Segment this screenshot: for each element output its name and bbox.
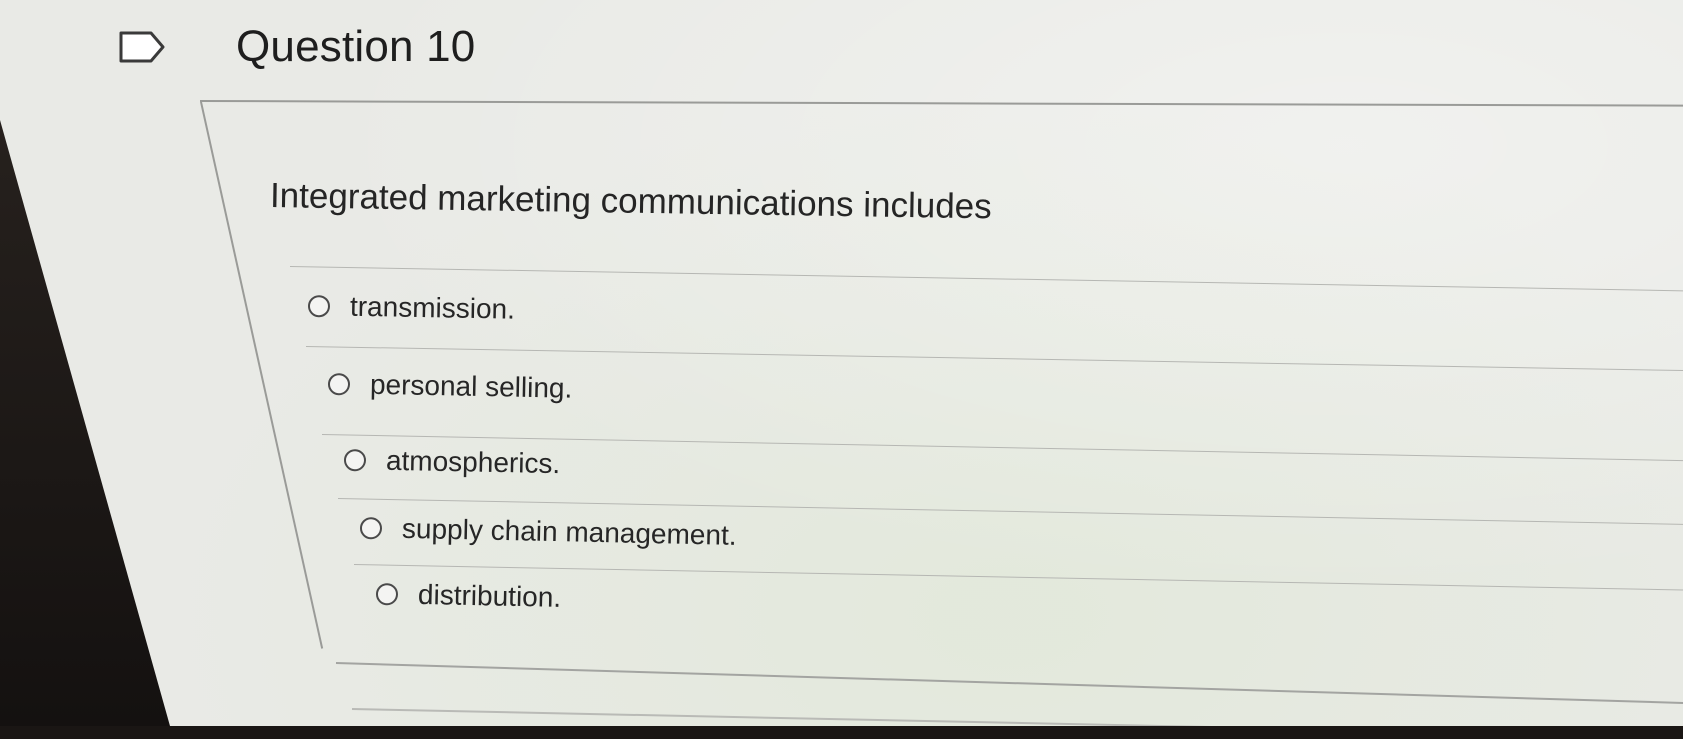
question-title: Question 10 [236,22,476,71]
radio-button[interactable] [375,583,399,606]
quiz-screen: Question 10 Integrated marketing communi… [0,0,1683,726]
answer-option[interactable]: personal selling. [327,368,573,405]
flag-question-icon[interactable] [118,30,166,64]
question-card-bottom-border [335,662,1683,706]
answer-option-label: distribution. [417,578,562,613]
answer-option-label: supply chain management. [401,512,737,551]
screen-glare [0,0,1683,726]
answer-option-label: atmospherics. [385,444,561,480]
header-divider [199,100,1683,107]
radio-button[interactable] [343,449,367,472]
radio-button[interactable] [359,517,383,540]
answer-option[interactable]: transmission. [307,290,516,326]
next-question-card-edge [351,708,1683,726]
answer-option-label: transmission. [349,290,516,325]
question-prompt: Integrated marketing communications incl… [269,176,992,227]
radio-button[interactable] [307,295,331,318]
answer-option[interactable]: atmospherics. [343,444,561,480]
answer-option-label: personal selling. [369,368,573,404]
answer-option[interactable]: distribution. [375,578,562,614]
answer-option[interactable]: supply chain management. [359,512,737,552]
option-divider [289,266,1683,292]
option-divider [305,346,1683,372]
radio-button[interactable] [327,373,351,396]
